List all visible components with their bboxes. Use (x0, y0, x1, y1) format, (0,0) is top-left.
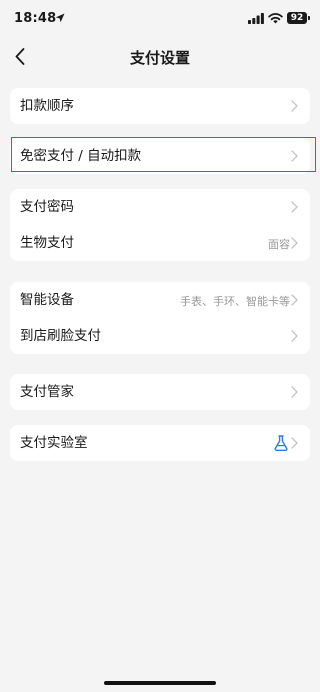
chevron-right-icon (291, 201, 298, 213)
row-value: 手表、手环、智能卡等 (180, 295, 290, 308)
row-smart-devices[interactable]: 智能设备 手表、手环、智能卡等 (10, 282, 310, 318)
cellular-signal-icon (248, 13, 264, 24)
row-debit-order[interactable]: 扣款顺序 (10, 88, 310, 124)
row-label: 支付实验室 (20, 435, 88, 451)
row-label: 支付管家 (20, 384, 74, 400)
row-password-free-auto-debit[interactable]: 免密支付 / 自动扣款 (10, 138, 310, 174)
chevron-right-icon (291, 100, 298, 112)
row-label: 生物支付 (20, 235, 74, 251)
chevron-right-icon (291, 294, 298, 306)
battery-indicator: 92 (287, 12, 307, 24)
chevron-right-icon (291, 150, 298, 162)
settings-card-devices: 智能设备 手表、手环、智能卡等 到店刷脸支付 (10, 282, 310, 354)
row-value: 面容 (268, 238, 290, 251)
chevron-right-icon (291, 330, 298, 342)
status-bar: 18:48 92 (0, 0, 320, 40)
home-indicator (104, 681, 216, 685)
battery-tip (308, 16, 310, 20)
settings-card-security: 支付密码 生物支付 面容 (10, 189, 310, 261)
status-time: 18:48 (14, 11, 57, 26)
settings-card-debit-order: 扣款顺序 (10, 88, 310, 124)
location-arrow-icon (55, 13, 65, 23)
row-label: 免密支付 / 自动扣款 (20, 148, 142, 164)
chevron-right-icon (291, 437, 298, 449)
flask-icon (274, 435, 288, 451)
settings-card-payment-butler: 支付管家 (10, 374, 310, 410)
row-label: 支付密码 (20, 199, 74, 215)
row-biometric-payment[interactable]: 生物支付 面容 (10, 225, 310, 261)
row-payment-lab[interactable]: 支付实验室 (10, 425, 310, 461)
chevron-right-icon (291, 237, 298, 249)
row-payment-butler[interactable]: 支付管家 (10, 374, 310, 410)
settings-card-payment-lab: 支付实验室 (10, 425, 310, 461)
row-label: 扣款顺序 (20, 98, 74, 114)
row-label: 到店刷脸支付 (20, 328, 101, 344)
wifi-icon (268, 13, 283, 24)
settings-card-password-free: 免密支付 / 自动扣款 (10, 138, 310, 174)
row-face-payment-in-store[interactable]: 到店刷脸支付 (10, 318, 310, 354)
row-label: 智能设备 (20, 292, 74, 308)
nav-bar: 支付设置 (0, 40, 320, 74)
chevron-right-icon (291, 386, 298, 398)
page-title: 支付设置 (129, 49, 190, 67)
row-payment-password[interactable]: 支付密码 (10, 189, 310, 225)
